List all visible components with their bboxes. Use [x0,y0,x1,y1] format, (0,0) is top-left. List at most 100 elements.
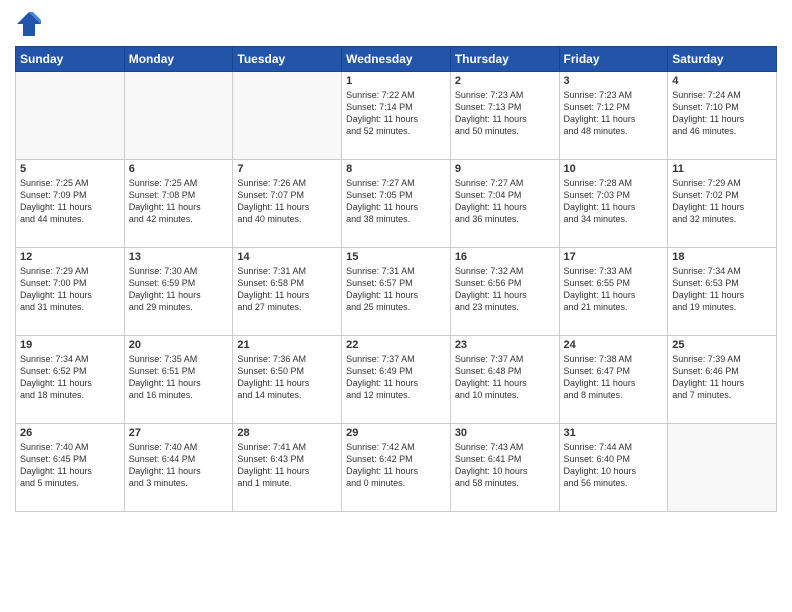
day-cell: 8 Sunrise: 7:27 AM Sunset: 7:05 PM Daylig… [342,160,451,248]
logo [15,10,47,38]
day-number: 25 [672,339,772,351]
day-number: 30 [455,427,555,439]
day-info: Sunrise: 7:39 AM Sunset: 6:46 PM Dayligh… [672,353,772,402]
week-row-1: 5Sunrise: 7:25 AM Sunset: 7:09 PM Daylig… [16,160,777,248]
day-cell: 10Sunrise: 7:28 AM Sunset: 7:03 PM Dayli… [559,160,668,248]
day-info: Sunrise: 7:32 AM Sunset: 6:56 PM Dayligh… [455,265,555,314]
day-info: Sunrise: 7:40 AM Sunset: 6:45 PM Dayligh… [20,441,120,490]
day-info: Sunrise: 7:29 AM Sunset: 7:02 PM Dayligh… [672,177,772,226]
weekday-header-tuesday: Tuesday [233,47,342,72]
day-cell: 7 Sunrise: 7:26 AM Sunset: 7:07 PM Daylig… [233,160,342,248]
day-cell: 30 Sunrise: 7:43 AM Sunset: 6:41 PM Dayli… [450,424,559,512]
day-cell: 25 Sunrise: 7:39 AM Sunset: 6:46 PM Dayli… [668,336,777,424]
day-cell: 3 Sunrise: 7:23 AM Sunset: 7:12 PM Daylig… [559,72,668,160]
day-number: 9 [455,163,555,175]
day-number: 20 [129,339,229,351]
day-cell: 14 Sunrise: 7:31 AM Sunset: 6:58 PM Dayli… [233,248,342,336]
day-cell [124,72,233,160]
day-cell: 19 Sunrise: 7:34 AM Sunset: 6:52 PM Dayli… [16,336,125,424]
day-number: 31 [564,427,664,439]
weekday-header-row: SundayMondayTuesdayWednesdayThursdayFrid… [16,47,777,72]
day-info: Sunrise: 7:35 AM Sunset: 6:51 PM Dayligh… [129,353,229,402]
day-info: Sunrise: 7:40 AM Sunset: 6:44 PM Dayligh… [129,441,229,490]
day-cell: 31 Sunrise: 7:44 AM Sunset: 6:40 PM Dayli… [559,424,668,512]
day-number: 26 [20,427,120,439]
day-number: 18 [672,251,772,263]
weekday-header-friday: Friday [559,47,668,72]
day-info: Sunrise: 7:31 AM Sunset: 6:58 PM Dayligh… [237,265,337,314]
day-cell: 6Sunrise: 7:25 AM Sunset: 7:08 PM Daylig… [124,160,233,248]
day-cell: 4 Sunrise: 7:24 AM Sunset: 7:10 PM Daylig… [668,72,777,160]
day-number: 11 [672,163,772,175]
day-cell: 26 Sunrise: 7:40 AM Sunset: 6:45 PM Dayli… [16,424,125,512]
day-number: 23 [455,339,555,351]
day-cell: 13 Sunrise: 7:30 AM Sunset: 6:59 PM Dayli… [124,248,233,336]
day-cell: 23 Sunrise: 7:37 AM Sunset: 6:48 PM Dayli… [450,336,559,424]
day-number: 8 [346,163,446,175]
day-info: Sunrise: 7:38 AM Sunset: 6:47 PM Dayligh… [564,353,664,402]
day-cell: 15Sunrise: 7:31 AM Sunset: 6:57 PM Dayli… [342,248,451,336]
day-number: 7 [237,163,337,175]
day-number: 1 [346,75,446,87]
day-info: Sunrise: 7:26 AM Sunset: 7:07 PM Dayligh… [237,177,337,226]
day-number: 29 [346,427,446,439]
day-info: Sunrise: 7:44 AM Sunset: 6:40 PM Dayligh… [564,441,664,490]
day-number: 28 [237,427,337,439]
day-cell: 24 Sunrise: 7:38 AM Sunset: 6:47 PM Dayli… [559,336,668,424]
day-number: 2 [455,75,555,87]
day-info: Sunrise: 7:23 AM Sunset: 7:13 PM Dayligh… [455,89,555,138]
day-number: 13 [129,251,229,263]
day-cell: 17 Sunrise: 7:33 AM Sunset: 6:55 PM Dayli… [559,248,668,336]
page: SundayMondayTuesdayWednesdayThursdayFrid… [0,0,792,612]
day-number: 17 [564,251,664,263]
day-info: Sunrise: 7:33 AM Sunset: 6:55 PM Dayligh… [564,265,664,314]
day-info: Sunrise: 7:31 AM Sunset: 6:57 PM Dayligh… [346,265,446,314]
week-row-3: 19 Sunrise: 7:34 AM Sunset: 6:52 PM Dayli… [16,336,777,424]
day-info: Sunrise: 7:29 AM Sunset: 7:00 PM Dayligh… [20,265,120,314]
day-info: Sunrise: 7:34 AM Sunset: 6:52 PM Dayligh… [20,353,120,402]
weekday-header-monday: Monday [124,47,233,72]
day-number: 4 [672,75,772,87]
calendar-table: SundayMondayTuesdayWednesdayThursdayFrid… [15,46,777,512]
week-row-0: 1 Sunrise: 7:22 AM Sunset: 7:14 PM Daylig… [16,72,777,160]
header [15,10,777,38]
day-info: Sunrise: 7:43 AM Sunset: 6:41 PM Dayligh… [455,441,555,490]
day-info: Sunrise: 7:36 AM Sunset: 6:50 PM Dayligh… [237,353,337,402]
day-info: Sunrise: 7:25 AM Sunset: 7:08 PM Dayligh… [129,177,229,226]
day-cell: 12Sunrise: 7:29 AM Sunset: 7:00 PM Dayli… [16,248,125,336]
day-info: Sunrise: 7:37 AM Sunset: 6:48 PM Dayligh… [455,353,555,402]
day-cell [233,72,342,160]
week-row-4: 26 Sunrise: 7:40 AM Sunset: 6:45 PM Dayli… [16,424,777,512]
day-number: 16 [455,251,555,263]
day-info: Sunrise: 7:42 AM Sunset: 6:42 PM Dayligh… [346,441,446,490]
day-cell: 28 Sunrise: 7:41 AM Sunset: 6:43 PM Dayli… [233,424,342,512]
weekday-header-thursday: Thursday [450,47,559,72]
weekday-header-wednesday: Wednesday [342,47,451,72]
day-cell: 20 Sunrise: 7:35 AM Sunset: 6:51 PM Dayli… [124,336,233,424]
day-number: 24 [564,339,664,351]
day-cell: 21Sunrise: 7:36 AM Sunset: 6:50 PM Dayli… [233,336,342,424]
weekday-header-saturday: Saturday [668,47,777,72]
weekday-header-sunday: Sunday [16,47,125,72]
day-number: 19 [20,339,120,351]
day-cell: 27Sunrise: 7:40 AM Sunset: 6:44 PM Dayli… [124,424,233,512]
day-info: Sunrise: 7:24 AM Sunset: 7:10 PM Dayligh… [672,89,772,138]
day-info: Sunrise: 7:23 AM Sunset: 7:12 PM Dayligh… [564,89,664,138]
day-number: 3 [564,75,664,87]
day-number: 14 [237,251,337,263]
day-info: Sunrise: 7:27 AM Sunset: 7:05 PM Dayligh… [346,177,446,226]
day-number: 10 [564,163,664,175]
day-info: Sunrise: 7:34 AM Sunset: 6:53 PM Dayligh… [672,265,772,314]
day-info: Sunrise: 7:37 AM Sunset: 6:49 PM Dayligh… [346,353,446,402]
day-cell: 29 Sunrise: 7:42 AM Sunset: 6:42 PM Dayli… [342,424,451,512]
day-cell: 18 Sunrise: 7:34 AM Sunset: 6:53 PM Dayli… [668,248,777,336]
day-number: 22 [346,339,446,351]
day-cell: 9 Sunrise: 7:27 AM Sunset: 7:04 PM Daylig… [450,160,559,248]
day-info: Sunrise: 7:30 AM Sunset: 6:59 PM Dayligh… [129,265,229,314]
day-info: Sunrise: 7:22 AM Sunset: 7:14 PM Dayligh… [346,89,446,138]
day-cell: 11 Sunrise: 7:29 AM Sunset: 7:02 PM Dayli… [668,160,777,248]
day-info: Sunrise: 7:41 AM Sunset: 6:43 PM Dayligh… [237,441,337,490]
day-cell: 22 Sunrise: 7:37 AM Sunset: 6:49 PM Dayli… [342,336,451,424]
day-info: Sunrise: 7:27 AM Sunset: 7:04 PM Dayligh… [455,177,555,226]
day-cell: 5Sunrise: 7:25 AM Sunset: 7:09 PM Daylig… [16,160,125,248]
